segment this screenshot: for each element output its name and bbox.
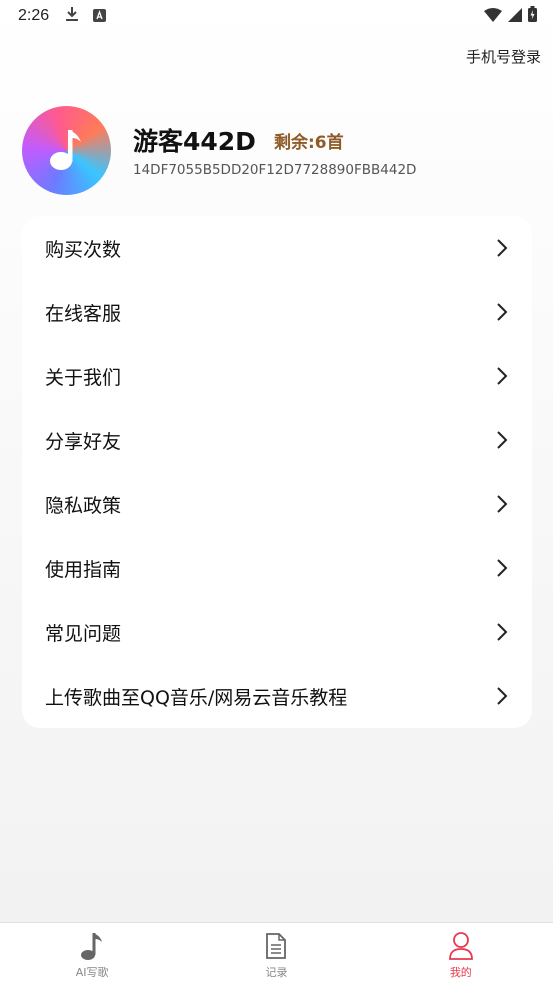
menu-item-purchase-count[interactable]: 购买次数 xyxy=(22,216,532,280)
menu-item-label: 上传歌曲至QQ音乐/网易云音乐教程 xyxy=(45,686,348,709)
chevron-right-icon xyxy=(496,238,510,258)
status-time: 2:26 xyxy=(18,7,50,24)
chevron-right-icon xyxy=(496,366,510,386)
menu-item-upload-tutorial[interactable]: 上传歌曲至QQ音乐/网易云音乐教程 xyxy=(22,664,532,728)
device-id: 14DF7055B5DD20F12D7728890FBB442D xyxy=(133,162,417,178)
keyboard-a-icon xyxy=(93,7,107,26)
tab-records[interactable]: 记录 xyxy=(184,923,368,984)
menu-card: 购买次数 在线客服 关于我们 分享好友 隐私政策 使用指南 常见问题 上传歌曲至… xyxy=(22,216,532,728)
menu-item-label: 关于我们 xyxy=(45,366,122,389)
music-note-icon xyxy=(47,126,87,176)
chevron-right-icon xyxy=(496,622,510,642)
bottom-nav: AI写歌 记录 我的 xyxy=(0,922,553,984)
chevron-right-icon xyxy=(496,494,510,514)
chevron-right-icon xyxy=(496,302,510,322)
username: 游客442D xyxy=(133,127,256,156)
menu-item-label: 购买次数 xyxy=(45,238,122,261)
tab-label: 记录 xyxy=(265,966,288,979)
menu-item-label: 隐私政策 xyxy=(45,494,122,517)
music-note-icon xyxy=(79,931,105,961)
download-icon xyxy=(65,6,79,26)
menu-item-user-guide[interactable]: 使用指南 xyxy=(22,536,532,600)
menu-item-label: 分享好友 xyxy=(45,430,122,453)
remaining-count: 剩余:6首 xyxy=(274,133,344,153)
menu-item-label: 使用指南 xyxy=(45,558,122,581)
signal-icon xyxy=(508,7,522,26)
document-icon xyxy=(264,931,288,961)
menu-item-about-us[interactable]: 关于我们 xyxy=(22,344,532,408)
menu-item-online-service[interactable]: 在线客服 xyxy=(22,280,532,344)
chevron-right-icon xyxy=(496,558,510,578)
menu-item-privacy-policy[interactable]: 隐私政策 xyxy=(22,472,532,536)
tab-mine[interactable]: 我的 xyxy=(369,923,553,984)
menu-item-faq[interactable]: 常见问题 xyxy=(22,600,532,664)
wifi-icon xyxy=(484,7,502,26)
menu-item-label: 常见问题 xyxy=(45,622,122,645)
chevron-right-icon xyxy=(496,430,510,450)
menu-item-label: 在线客服 xyxy=(45,302,122,325)
avatar xyxy=(22,106,111,195)
tab-label: 我的 xyxy=(449,966,472,979)
status-bar: 2:26 xyxy=(0,0,553,32)
tab-ai-write-song[interactable]: AI写歌 xyxy=(0,923,184,984)
menu-item-share-friends[interactable]: 分享好友 xyxy=(22,408,532,472)
chevron-right-icon xyxy=(496,686,510,706)
person-icon xyxy=(448,931,474,961)
battery-icon xyxy=(528,6,537,26)
phone-login-link[interactable]: 手机号登录 xyxy=(466,46,541,67)
tab-label: AI写歌 xyxy=(75,966,109,979)
